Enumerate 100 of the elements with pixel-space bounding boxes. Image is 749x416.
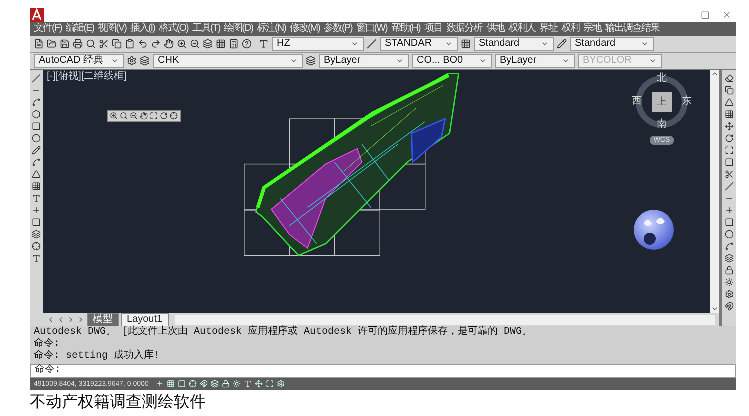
move-icon[interactable] (724, 122, 734, 131)
layers-icon[interactable] (210, 380, 219, 388)
zoom-in-icon[interactable] (177, 39, 187, 49)
menu-item[interactable]: 权利 (561, 24, 580, 34)
scroll-up-icon[interactable] (710, 70, 718, 78)
calculator-icon[interactable] (229, 39, 239, 49)
gear-icon[interactable] (127, 56, 137, 66)
menu-item[interactable]: 帮助(H) (391, 24, 420, 34)
menu-item[interactable]: 宗地 (583, 24, 602, 34)
menu-item[interactable]: 界址 (539, 24, 558, 34)
zoom-out-icon[interactable] (130, 112, 138, 120)
multiline-text-icon[interactable] (32, 254, 41, 263)
layout-tab[interactable]: 模型 (87, 312, 119, 326)
maximize-icon[interactable] (266, 380, 274, 388)
menu-item[interactable]: 标注(N) (257, 24, 286, 34)
light-icon[interactable] (724, 278, 734, 287)
polygon-icon[interactable] (32, 110, 41, 119)
magnet-icon[interactable] (200, 380, 208, 388)
crosshair-icon[interactable] (170, 112, 178, 120)
command-line: 命令: setting 成功入库! (34, 351, 162, 363)
menu-item[interactable]: 权利人 (508, 24, 536, 34)
light-icon[interactable] (232, 380, 241, 388)
menu-item[interactable]: 输出调查结果 (605, 24, 660, 34)
close-icon[interactable] (722, 10, 732, 20)
circle-icon[interactable] (32, 134, 41, 143)
pan-hand-icon[interactable] (164, 39, 174, 49)
printer-icon[interactable] (73, 39, 83, 49)
pencil-icon[interactable] (32, 146, 41, 155)
hatch-icon[interactable] (32, 182, 41, 191)
copy-icon[interactable] (112, 39, 122, 49)
help-icon[interactable] (242, 39, 252, 49)
layers-icon[interactable] (203, 39, 213, 49)
menu-item[interactable]: 窗口(W) (356, 24, 388, 34)
lineweight-dropdown[interactable]: ByLayer (495, 54, 575, 68)
view-cube-face[interactable]: 上 (652, 92, 672, 112)
menu-item[interactable]: 修改(M) (290, 24, 320, 34)
menu-item[interactable]: 视图(V) (98, 24, 126, 34)
zoom-out-icon[interactable] (190, 39, 200, 49)
linetype-dropdown[interactable]: CO... BO0 (412, 54, 492, 68)
color-dropdown[interactable]: ByLayer (319, 54, 409, 68)
magnifier-icon[interactable] (86, 39, 96, 49)
menu-item[interactable]: 绘图(D) (224, 24, 254, 34)
undo-icon[interactable] (138, 39, 148, 49)
menu-item[interactable]: 插入(I) (130, 24, 155, 34)
eraser-icon[interactable] (724, 74, 734, 83)
app-logo-icon[interactable] (30, 8, 44, 22)
redo-icon[interactable] (151, 39, 161, 49)
menu-item[interactable]: 文件(F) (34, 24, 62, 34)
text-style-icon[interactable] (259, 39, 269, 49)
zoom-in-icon[interactable] (110, 112, 118, 120)
menu-item[interactable]: 项目 (424, 24, 442, 34)
lock-icon[interactable] (222, 380, 230, 388)
magnifier-icon[interactable] (120, 112, 128, 120)
lock-icon[interactable] (724, 266, 734, 275)
rectangle-icon[interactable] (32, 122, 41, 131)
vertical-scrollbar[interactable] (710, 70, 719, 313)
open-folder-icon[interactable] (47, 39, 57, 49)
menu-item[interactable]: 供地 (486, 24, 504, 34)
menu-item[interactable]: 数据分析 (446, 24, 482, 34)
command-line: 命令: (34, 339, 62, 350)
rotate-icon[interactable] (724, 134, 734, 143)
copy-icon[interactable] (724, 86, 734, 95)
line-icon[interactable] (32, 74, 41, 83)
settings-icon[interactable] (724, 290, 734, 299)
layout-tab[interactable]: Layout1 (121, 312, 169, 326)
table-style-dropdown[interactable]: Standard (474, 37, 554, 51)
save-icon[interactable] (60, 39, 70, 49)
point-icon[interactable] (32, 206, 41, 215)
text-icon[interactable] (244, 380, 252, 388)
menu-item[interactable]: 参数(P) (324, 24, 352, 34)
workspace-dropdown[interactable]: AutoCAD 经典 (34, 54, 124, 68)
horizontal-scrollbar[interactable] (174, 314, 715, 324)
command-input[interactable]: 命令: (30, 364, 736, 378)
spline-icon[interactable] (32, 158, 41, 167)
floating-toolbar[interactable] (107, 110, 181, 122)
array-icon[interactable] (724, 110, 734, 119)
clipboard-icon[interactable] (125, 39, 135, 49)
triangle-icon[interactable] (32, 170, 41, 179)
new-file-icon[interactable] (34, 39, 44, 49)
text-style-dropdown[interactable]: HZ (272, 37, 364, 51)
pan-hand-icon[interactable] (140, 112, 148, 120)
menu-item[interactable]: 格式(O) (158, 24, 188, 34)
compass-label[interactable]: 南 (657, 120, 667, 130)
move-icon[interactable] (254, 380, 263, 388)
maximize-icon[interactable] (701, 10, 710, 20)
scissors-icon[interactable] (99, 39, 109, 49)
grid-icon[interactable] (216, 39, 226, 49)
crosshair-icon[interactable] (32, 242, 41, 251)
dimension-style-dropdown[interactable]: STANDAR (380, 37, 458, 51)
table-style-icon[interactable] (461, 39, 471, 49)
viewport-label[interactable]: [-][俯视][二维线框] (47, 72, 127, 82)
menu-item[interactable]: 工具(T) (192, 24, 220, 34)
layers-icon[interactable] (140, 56, 150, 66)
compass-label[interactable]: 北 (657, 74, 667, 84)
multileader-style-dropdown[interactable]: Standard (570, 37, 654, 51)
scroll-down-icon[interactable] (710, 305, 718, 313)
text-icon[interactable] (32, 194, 41, 203)
layer-dropdown[interactable]: CHK (153, 54, 303, 68)
polyline-icon[interactable] (32, 98, 41, 107)
menu-item[interactable]: 编辑(E) (66, 24, 94, 34)
